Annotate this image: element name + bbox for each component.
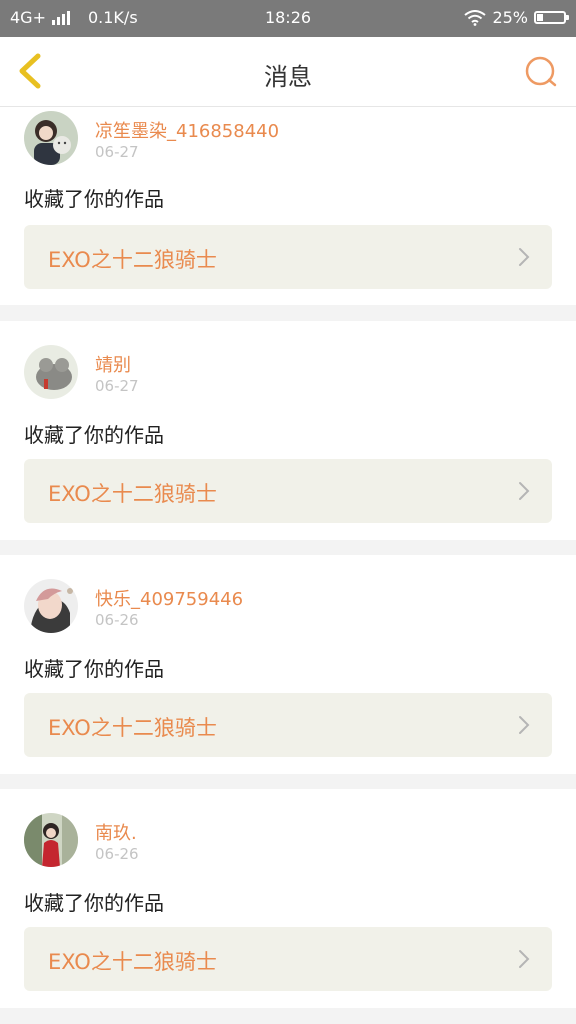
wifi-icon <box>464 9 487 26</box>
avatar[interactable] <box>24 345 78 399</box>
user-name[interactable]: 靖别 <box>95 351 131 377</box>
message-date: 06-27 <box>95 143 139 161</box>
work-link[interactable]: EXO之十二狼骑士 <box>24 225 552 289</box>
list-item: 靖别 06-27 收藏了你的作品 EXO之十二狼骑士 <box>0 321 576 540</box>
work-link[interactable]: EXO之十二狼骑士 <box>24 459 552 523</box>
user-name[interactable]: 快乐_409759446 <box>95 585 243 611</box>
chevron-right-icon <box>519 248 530 266</box>
user-name[interactable]: 凉笙墨染_416858440 <box>95 117 279 143</box>
chevron-right-icon <box>519 716 530 734</box>
list-item: 凉笙墨染_416858440 06-27 收藏了你的作品 EXO之十二狼骑士 <box>0 107 576 305</box>
message-date: 06-26 <box>95 611 139 629</box>
page-title: 消息 <box>264 63 312 91</box>
chevron-right-icon <box>519 482 530 500</box>
action-text: 收藏了你的作品 <box>24 423 164 447</box>
work-title: EXO之十二狼骑士 <box>48 482 217 506</box>
list-item: 快乐_409759446 06-26 收藏了你的作品 EXO之十二狼骑士 <box>0 555 576 774</box>
list-item: 南玖. 06-26 收藏了你的作品 EXO之十二狼骑士 <box>0 789 576 1008</box>
work-title: EXO之十二狼骑士 <box>48 248 217 272</box>
work-link[interactable]: EXO之十二狼骑士 <box>24 693 552 757</box>
action-text: 收藏了你的作品 <box>24 187 164 211</box>
user-name[interactable]: 南玖. <box>95 819 137 845</box>
search-icon <box>525 56 557 87</box>
chevron-right-icon <box>519 950 530 968</box>
message-date: 06-27 <box>95 377 139 395</box>
avatar[interactable] <box>24 813 78 867</box>
battery-icon <box>534 11 569 24</box>
battery-percent: 25% <box>492 8 528 27</box>
search-button[interactable] <box>522 53 560 91</box>
avatar[interactable] <box>24 579 78 633</box>
battery-fill <box>537 14 543 21</box>
work-title: EXO之十二狼骑士 <box>48 716 217 740</box>
work-link[interactable]: EXO之十二狼骑士 <box>24 927 552 991</box>
action-text: 收藏了你的作品 <box>24 657 164 681</box>
message-date: 06-26 <box>95 845 139 863</box>
status-right: 25% <box>464 8 569 27</box>
avatar[interactable] <box>24 111 78 165</box>
work-title: EXO之十二狼骑士 <box>48 950 217 974</box>
status-bar: 4G+ 0.1K/s 18:26 25% <box>0 0 576 37</box>
nav-header: 消息 <box>0 37 576 107</box>
action-text: 收藏了你的作品 <box>24 891 164 915</box>
